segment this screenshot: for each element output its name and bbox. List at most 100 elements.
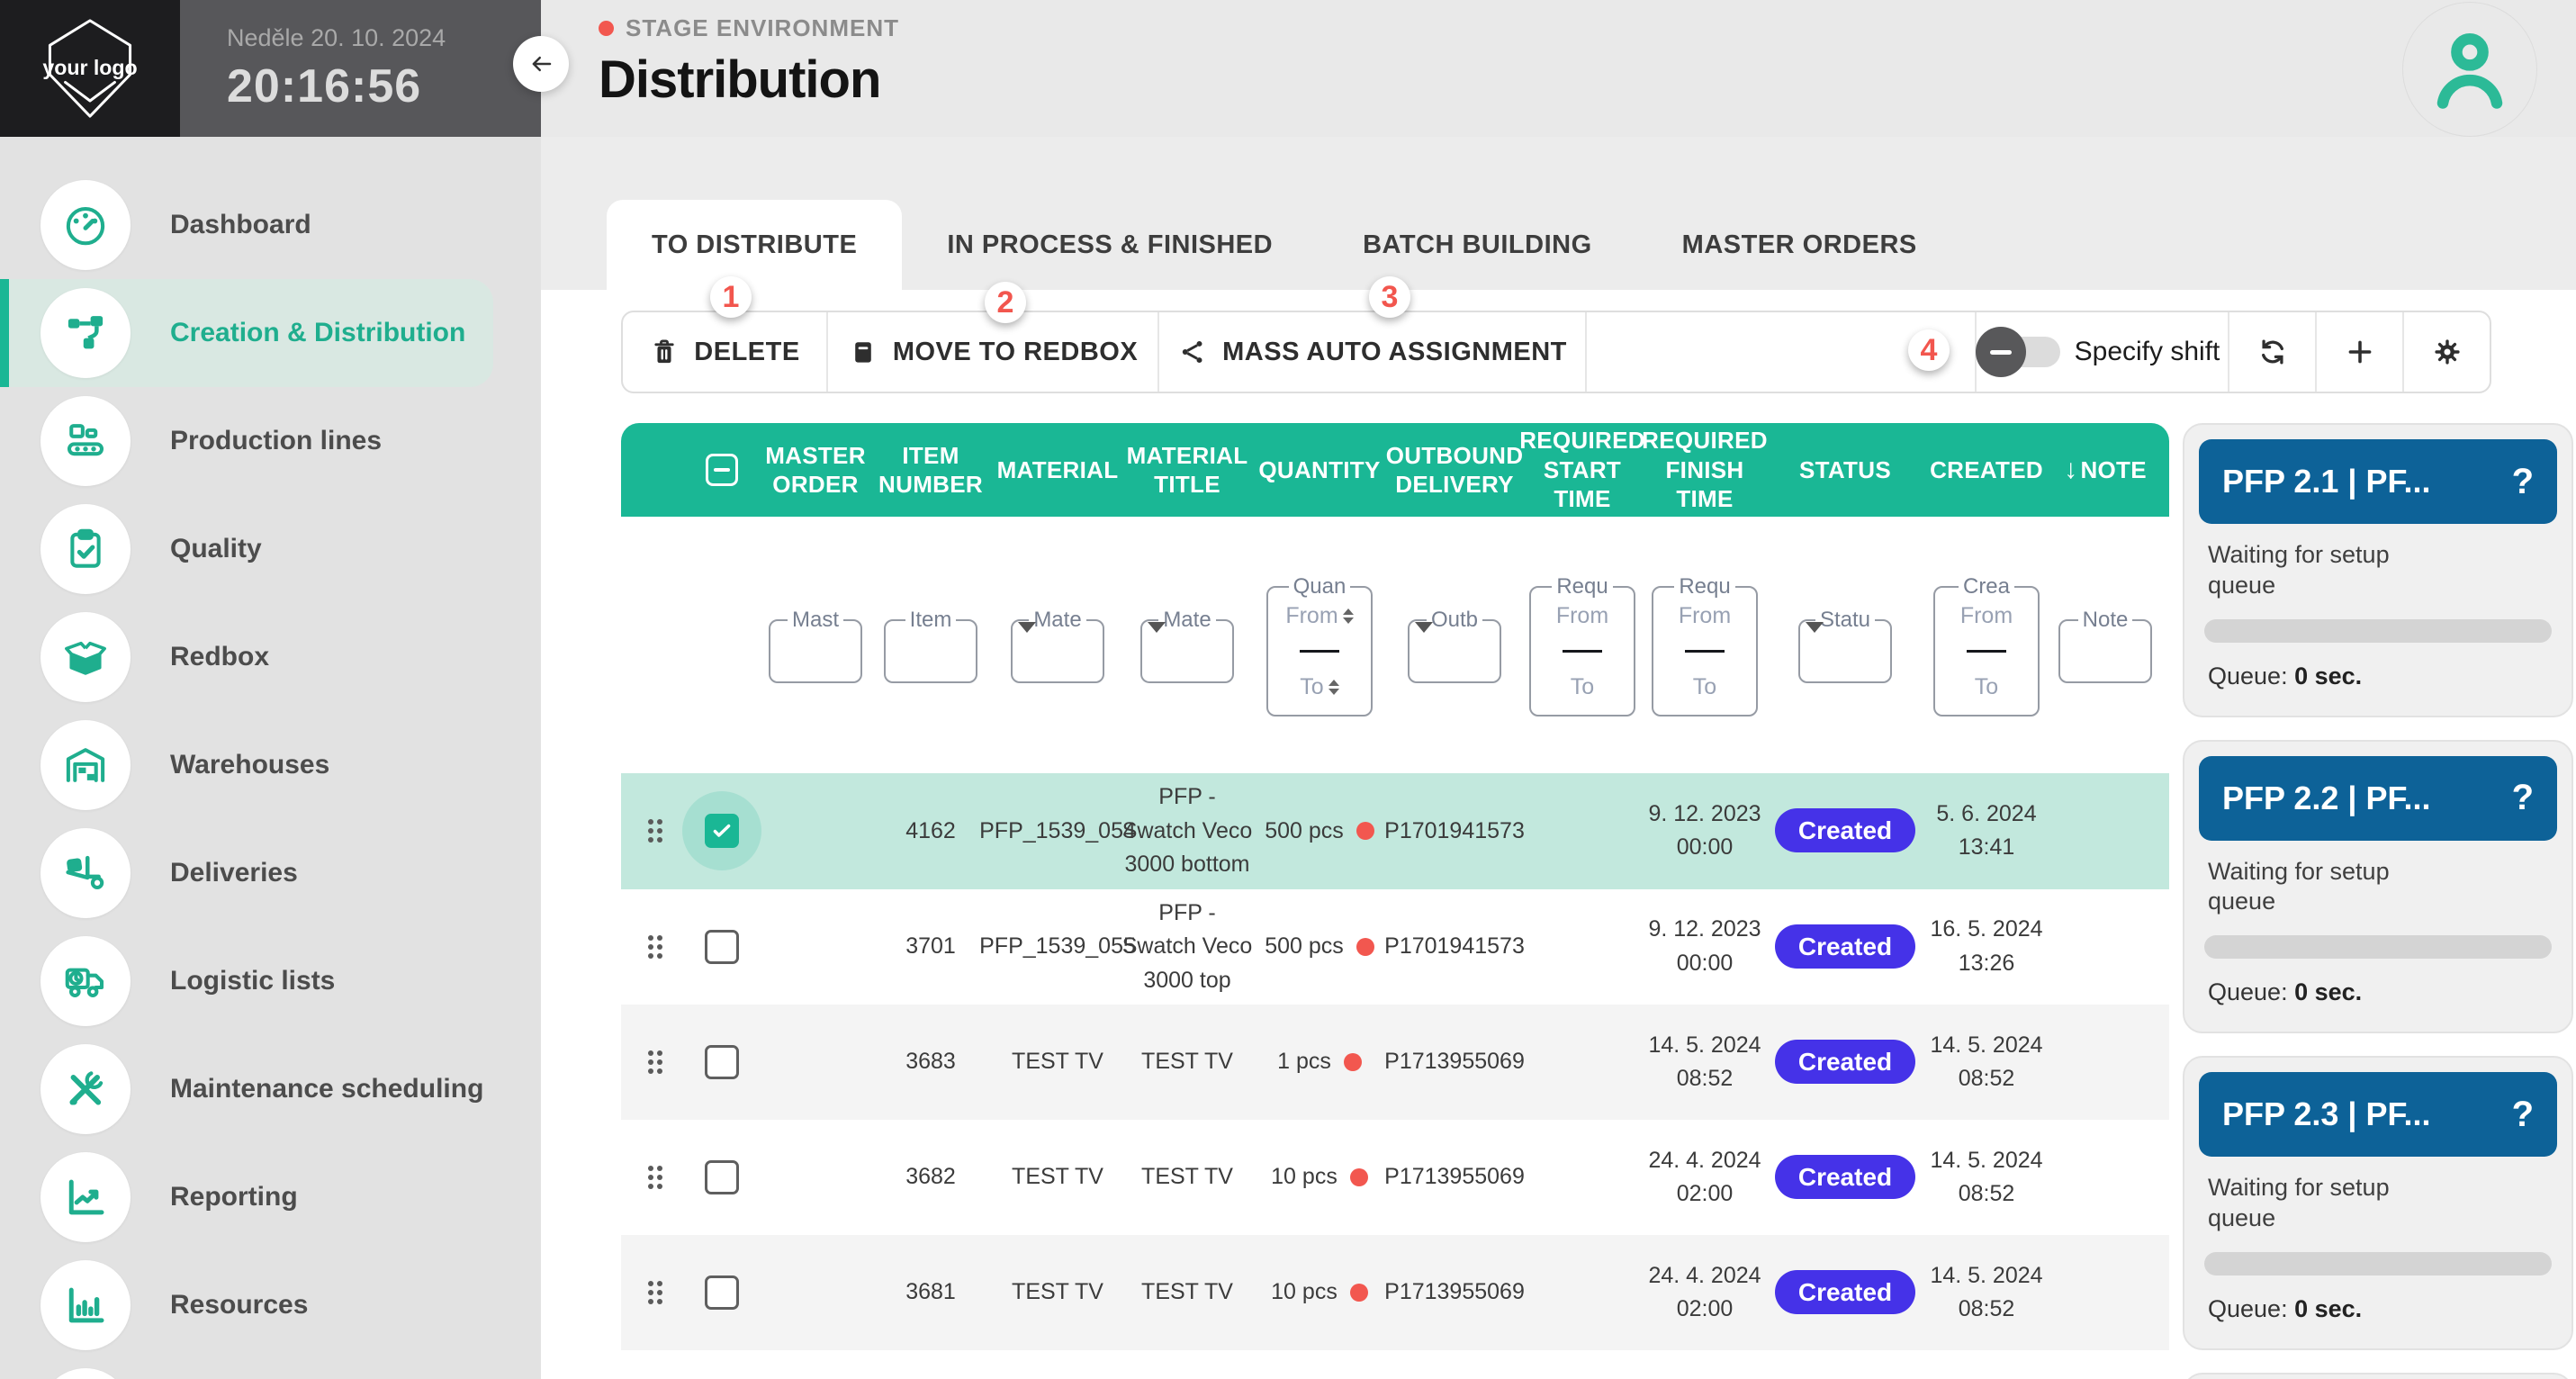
- chevron-down-icon[interactable]: [1148, 622, 1166, 648]
- filter-requ-date-range[interactable]: RequFromTo: [1529, 574, 1635, 717]
- delete-button-label: DELETE: [694, 338, 799, 367]
- drag-handle-icon[interactable]: [648, 819, 662, 843]
- help-icon[interactable]: ?: [2512, 462, 2534, 502]
- sidebar: Dashboard Creation & Distribution Producti…: [0, 137, 541, 1379]
- row-checkbox[interactable]: [705, 1045, 739, 1079]
- range-to-placeholder[interactable]: To: [1571, 674, 1594, 700]
- help-icon[interactable]: ?: [2512, 1095, 2534, 1135]
- cell-created: 14. 5. 2024 08:52: [1923, 1029, 2050, 1096]
- cell-material: TEST TV: [1012, 1045, 1103, 1079]
- queue-card-header[interactable]: PFP 2.2 | PF...?: [2199, 756, 2557, 841]
- sidebar-item-quality[interactable]: Quality: [0, 495, 541, 603]
- number-stepper-icon[interactable]: [1329, 680, 1339, 695]
- range-from-placeholder[interactable]: From: [1679, 603, 1731, 629]
- range-divider: [1563, 650, 1602, 653]
- filter-mate-select[interactable]: Mate: [1140, 608, 1234, 683]
- chevron-down-icon[interactable]: [1018, 622, 1036, 648]
- move-to-redbox-button[interactable]: MOVE TO REDBOX: [826, 312, 1157, 392]
- table-row[interactable]: 3682TEST TVTEST TV10 pcsP171395506924. 4…: [621, 1120, 2169, 1235]
- range-to-placeholder[interactable]: To: [1693, 674, 1716, 700]
- filter-crea-date-range[interactable]: CreaFromTo: [1933, 574, 2040, 717]
- number-stepper-icon[interactable]: [1343, 608, 1354, 624]
- filter-note-text[interactable]: Note: [2058, 608, 2152, 683]
- sidebar-item-creation-distribution[interactable]: Creation & Distribution: [0, 279, 493, 387]
- row-checkbox[interactable]: [705, 1275, 739, 1310]
- select-all-checkbox[interactable]: [706, 454, 738, 486]
- sidebar-item-resources[interactable]: Resources: [0, 1251, 541, 1359]
- filter-mate-select[interactable]: Mate: [1011, 608, 1104, 683]
- sidebar-item-logistic-lists[interactable]: Logistic lists: [0, 927, 541, 1035]
- sidebar-item-warehouses[interactable]: Warehouses: [0, 711, 541, 819]
- filter-item-text[interactable]: Item: [884, 608, 977, 683]
- range-from-placeholder[interactable]: From: [1556, 603, 1608, 629]
- collapse-sidebar-button[interactable]: [513, 36, 569, 92]
- filter-label: Mate: [1029, 608, 1085, 633]
- sidebar-item-production-lines[interactable]: Production lines: [0, 387, 541, 495]
- user-avatar[interactable]: [2402, 2, 2537, 137]
- row-checkbox[interactable]: [705, 930, 739, 964]
- tab-batch-building[interactable]: BATCH BUILDING: [1318, 200, 1637, 290]
- column-header-master-order[interactable]: MASTER ORDER: [763, 441, 868, 500]
- range-to-placeholder[interactable]: To: [1975, 674, 1998, 700]
- cell-created: 14. 5. 2024 08:52: [1923, 1144, 2050, 1212]
- row-checkbox[interactable]: [705, 814, 739, 848]
- range-from-placeholder[interactable]: From: [1285, 603, 1338, 629]
- drag-handle-icon[interactable]: [648, 935, 662, 959]
- tab-to-distribute[interactable]: TO DISTRIBUTE: [607, 200, 902, 290]
- chevron-down-icon[interactable]: [1415, 622, 1433, 648]
- queue-progress-bar: [2204, 619, 2552, 643]
- filter-label: Note: [2078, 608, 2133, 633]
- column-header-note[interactable]: ↓NOTE: [2064, 453, 2147, 487]
- filter-quan-number-range[interactable]: QuanFromTo: [1266, 574, 1373, 717]
- table-row[interactable]: 4162PFP_1539_054PFP - Swatch Veco 3000 b…: [621, 773, 2169, 889]
- drag-handle-icon[interactable]: [648, 1050, 662, 1074]
- sidebar-item-deliveries[interactable]: Deliveries: [0, 819, 541, 927]
- row-checkbox[interactable]: [705, 1160, 739, 1194]
- drag-handle-icon[interactable]: [648, 1166, 662, 1189]
- sidebar-item-label: Creation & Distribution: [170, 318, 465, 348]
- sidebar-item-partial[interactable]: [0, 1359, 541, 1379]
- add-button[interactable]: [2315, 312, 2402, 392]
- column-header-created[interactable]: CREATED: [1930, 455, 2043, 485]
- filter-outb-select[interactable]: Outb: [1408, 608, 1501, 683]
- column-header-material[interactable]: MATERIAL: [997, 455, 1119, 485]
- table-row[interactable]: 3701PFP_1539_055PFP - Swatch Veco 3000 t…: [621, 889, 2169, 1005]
- settings-button[interactable]: [2402, 312, 2490, 392]
- column-header-required-finish-time[interactable]: REQUIRED FINISH TIME: [1642, 426, 1768, 514]
- queue-card-header[interactable]: PFP 2.1 | PF...?: [2199, 439, 2557, 524]
- cell-created: 16. 5. 2024 13:26: [1923, 913, 2050, 980]
- help-icon[interactable]: ?: [2512, 778, 2534, 818]
- column-header-material-title[interactable]: MATERIAL TITLE: [1121, 441, 1253, 500]
- column-header-status[interactable]: STATUS: [1799, 455, 1891, 485]
- queue-card-header[interactable]: PFP 2.3 | PF...?: [2199, 1072, 2557, 1157]
- chevron-down-icon[interactable]: [1806, 622, 1824, 648]
- tab-master-orders[interactable]: MASTER ORDERS: [1637, 200, 1962, 290]
- sidebar-item-dashboard[interactable]: Dashboard: [0, 171, 541, 279]
- current-date: Neděle 20. 10. 2024: [227, 24, 541, 52]
- range-to-placeholder[interactable]: To: [1300, 674, 1323, 700]
- cell-outbound-delivery: P1701941573: [1384, 930, 1525, 964]
- drag-handle-icon[interactable]: [648, 1281, 662, 1304]
- sidebar-item-redbox[interactable]: Redbox: [0, 603, 541, 711]
- column-header-item-number[interactable]: ITEM NUMBER: [868, 441, 994, 500]
- column-header-quantity[interactable]: QUANTITY: [1258, 455, 1380, 485]
- table-row[interactable]: 3683TEST TVTEST TV1 pcsP171395506914. 5.…: [621, 1005, 2169, 1120]
- refresh-button[interactable]: [2228, 312, 2315, 392]
- range-from-placeholder[interactable]: From: [1960, 603, 2013, 629]
- queue-card: PFP 2.1 | PF...?Waiting for setup queueQ…: [2183, 423, 2573, 717]
- filter-statu-select[interactable]: Statu: [1798, 608, 1892, 683]
- filter-requ-date-range[interactable]: RequFromTo: [1652, 574, 1758, 717]
- specify-shift-toggle[interactable]: [1985, 337, 2060, 367]
- sidebar-item-reporting[interactable]: Reporting: [0, 1143, 541, 1251]
- column-header-outbound-delivery[interactable]: OUTBOUND DELIVERY: [1386, 441, 1524, 500]
- cell-quantity: 10 pcs: [1271, 1275, 1368, 1310]
- filter-mast-text[interactable]: Mast: [769, 608, 862, 683]
- cell-status: Created: [1775, 928, 1915, 966]
- delete-button[interactable]: DELETE: [623, 312, 826, 392]
- table-row[interactable]: 3681TEST TVTEST TV10 pcsP171395506924. 4…: [621, 1235, 2169, 1350]
- column-header-required-start-time[interactable]: REQUIRED START TIME: [1519, 426, 1645, 514]
- mass-auto-assignment-button[interactable]: MASS AUTO ASSIGNMENT: [1157, 312, 1585, 392]
- tab-in-process-finished[interactable]: IN PROCESS & FINISHED: [902, 200, 1318, 290]
- cell-material: PFP_1539_054: [979, 815, 1136, 849]
- sidebar-item-maintenance-scheduling[interactable]: Maintenance scheduling: [0, 1035, 541, 1143]
